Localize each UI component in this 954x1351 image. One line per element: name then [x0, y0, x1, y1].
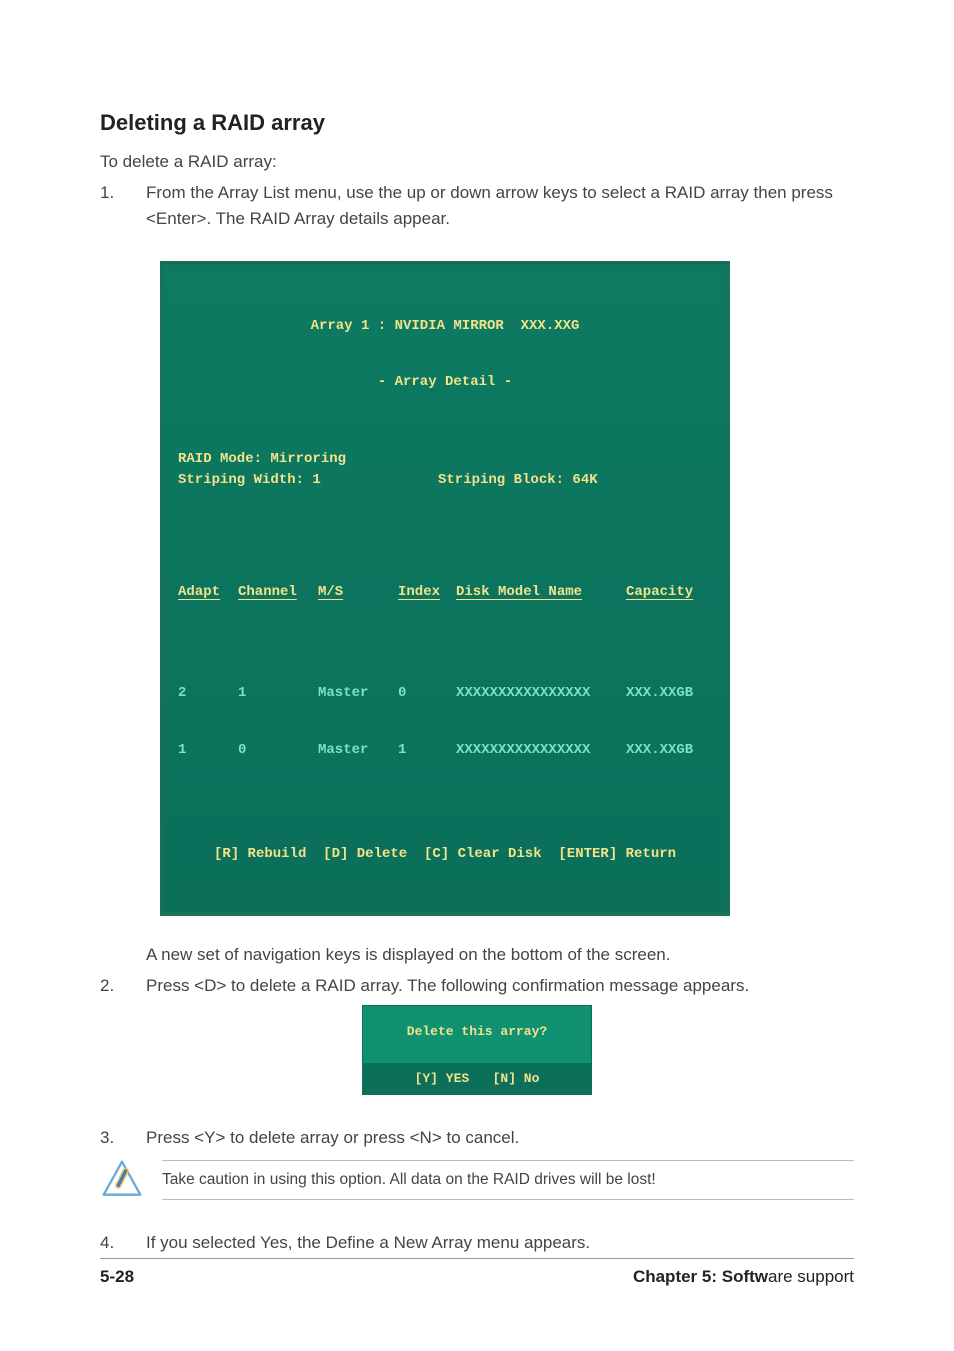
cell-index: 0	[398, 684, 456, 703]
cell-capacity: XXX.XXGB	[626, 684, 706, 703]
cell-model: XXXXXXXXXXXXXXXX	[456, 684, 626, 703]
step-text: Press <D> to delete a RAID array. The fo…	[146, 973, 854, 999]
step-text: If you selected Yes, the Define a New Ar…	[146, 1230, 854, 1256]
step-3: 3. Press <Y> to delete array or press <N…	[100, 1125, 854, 1151]
step-number-empty	[100, 942, 120, 968]
step-4: 4. If you selected Yes, the Define a New…	[100, 1230, 854, 1256]
col-channel: Channel	[238, 583, 318, 602]
col-adapt: Adapt	[178, 583, 238, 602]
chapter-rest: are support	[768, 1267, 854, 1286]
bios-subtitle: - Array Detail -	[178, 373, 712, 392]
page-footer: 5-28 Chapter 5: Software support	[100, 1258, 854, 1287]
step-2: 2. Press <D> to delete a RAID array. The…	[100, 973, 854, 999]
confirm-dialog: Delete this array? [Y] YES [N] No	[362, 1005, 592, 1095]
striping-block: Striping Block: 64K	[438, 471, 598, 490]
caution-text-wrap: Take caution in using this option. All d…	[162, 1160, 854, 1200]
step-1: 1. From the Array List menu, use the up …	[100, 180, 854, 231]
caution-icon	[100, 1158, 144, 1202]
col-ms: M/S	[318, 583, 398, 602]
bios-panel: Array 1 : NVIDIA MIRROR XXX.XXG - Array …	[160, 261, 730, 916]
raid-mode: RAID Mode: Mirroring	[178, 450, 712, 469]
col-model: Disk Model Name	[456, 583, 626, 602]
cell-channel: 0	[238, 741, 318, 760]
cell-adapt: 1	[178, 741, 238, 760]
section-heading: Deleting a RAID array	[100, 110, 854, 136]
raid-info: RAID Mode: Mirroring Striping Width: 1 S…	[178, 450, 712, 490]
cell-ms: Master	[318, 741, 398, 760]
chapter-label: Chapter 5: Software support	[633, 1267, 854, 1287]
page-number: 5-28	[100, 1267, 134, 1287]
dialog-options: [Y] YES [N] No	[363, 1063, 591, 1094]
caution-text: Take caution in using this option. All d…	[162, 1171, 854, 1189]
cell-adapt: 2	[178, 684, 238, 703]
step-text: Press <Y> to delete array or press <N> t…	[146, 1125, 854, 1151]
chapter-bold: Chapter 5: Softw	[633, 1267, 768, 1286]
table-header: Adapt Channel M/S Index Disk Model Name …	[178, 583, 712, 602]
table-row: 1 0 Master 1 XXXXXXXXXXXXXXXX XXX.XXGB	[178, 741, 712, 760]
striping-width: Striping Width: 1	[178, 471, 438, 490]
col-index: Index	[398, 583, 456, 602]
bios-content: Array 1 : NVIDIA MIRROR XXX.XXG - Array …	[164, 265, 726, 912]
step-number: 3.	[100, 1125, 120, 1151]
cell-index: 1	[398, 741, 456, 760]
col-capacity: Capacity	[626, 583, 706, 602]
dialog-question: Delete this array?	[363, 1006, 591, 1063]
cell-channel: 1	[238, 684, 318, 703]
cell-capacity: XXX.XXGB	[626, 741, 706, 760]
step-text: From the Array List menu, use the up or …	[146, 180, 854, 231]
bios-title: Array 1 : NVIDIA MIRROR XXX.XXG	[178, 317, 712, 336]
disk-table: Adapt Channel M/S Index Disk Model Name …	[178, 546, 712, 798]
cell-model: XXXXXXXXXXXXXXXX	[456, 741, 626, 760]
caution-note: Take caution in using this option. All d…	[100, 1158, 854, 1202]
step-1b: A new set of navigation keys is displaye…	[100, 942, 854, 968]
bios-footer-keys: [R] Rebuild [D] Delete [C] Clear Disk [E…	[178, 845, 712, 864]
step-text: A new set of navigation keys is displaye…	[146, 942, 854, 968]
cell-ms: Master	[318, 684, 398, 703]
intro-text: To delete a RAID array:	[100, 152, 854, 172]
step-number: 1.	[100, 180, 120, 231]
step-number: 2.	[100, 973, 120, 999]
step-number: 4.	[100, 1230, 120, 1256]
table-row: 2 1 Master 0 XXXXXXXXXXXXXXXX XXX.XXGB	[178, 684, 712, 703]
